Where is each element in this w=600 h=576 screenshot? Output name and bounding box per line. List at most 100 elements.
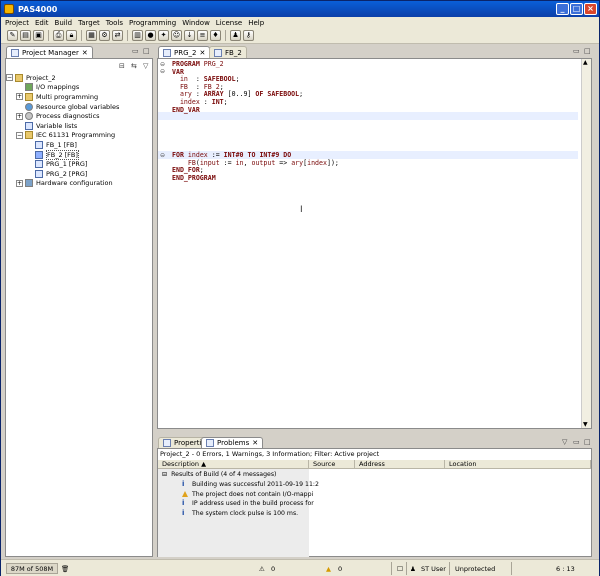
save-icon[interactable]: ▣ [33, 30, 44, 41]
link-editor-icon[interactable]: ⇆ [131, 62, 137, 70]
open-icon[interactable]: ▤ [20, 30, 31, 41]
build-icon[interactable]: ⚙ [99, 30, 110, 41]
view-menu-icon[interactable]: ▽ [143, 62, 148, 70]
problem-description: Building was successful 2011-09-19 11:2 [192, 481, 319, 488]
scroll-up-icon[interactable]: ▲ [583, 59, 588, 66]
problems-panel: Project_2 - 0 Errors, 1 Warnings, 3 Info… [157, 448, 592, 557]
properties-icon [163, 439, 171, 447]
menu-license[interactable]: License [216, 19, 242, 27]
problem-row[interactable]: The project does not contain I/O-mappi [182, 490, 313, 499]
hw-icon [25, 179, 33, 188]
tree-item[interactable]: − Project_2 [6, 73, 151, 83]
menu-tools[interactable]: Tools [106, 19, 123, 27]
minimize-view-icon[interactable]: ▭ [573, 47, 580, 55]
column-header-location[interactable]: Location [445, 460, 591, 469]
tree-item[interactable]: PRG_2 [PRG] [6, 169, 151, 179]
tool-icon[interactable]: ✦ [158, 30, 169, 41]
menu-help[interactable]: Help [248, 19, 264, 27]
close-icon[interactable]: ✕ [252, 439, 258, 447]
problem-row[interactable]: i IP address used in the build process fo… [182, 499, 314, 508]
minimize-view-icon[interactable]: ▭ [573, 438, 580, 446]
group-row[interactable]: ⊟ Results of Build (4 of 4 messages) [162, 470, 276, 479]
print-icon[interactable]: ⎙ [53, 30, 64, 41]
menu-window[interactable]: Window [182, 19, 210, 27]
problem-description: The system clock pulse is 100 ms. [192, 509, 299, 517]
tree-item[interactable]: FB_2 [FB] [6, 149, 151, 160]
collapse-icon[interactable]: − [16, 131, 23, 139]
tab-prg-2[interactable]: PRG_2 ✕ [158, 46, 211, 58]
tree-item-label: Project_2 [26, 73, 56, 82]
collapse-icon[interactable]: ⊟ [162, 471, 167, 478]
code-editor[interactable]: ⊖ ⊖ ⊖ PROGRAM PRG_2 VAR in : SAFEBOOL; F… [157, 58, 592, 429]
online-icon[interactable]: ● [145, 30, 156, 41]
column-header-address[interactable]: Address [355, 460, 445, 469]
protection-label: Unprotected [455, 564, 496, 573]
code-line: PROGRAM PRG_2 [172, 60, 224, 68]
menu-edit[interactable]: Edit [35, 19, 49, 27]
tree-item[interactable]: + Process diagnostics [6, 111, 151, 121]
close-button[interactable]: × [584, 3, 597, 15]
view-menu-icon[interactable]: ▽ [562, 438, 567, 446]
close-icon[interactable]: ✕ [82, 49, 88, 57]
folder-icon [25, 92, 33, 101]
column-header-source[interactable]: Source [309, 460, 355, 469]
tree-item[interactable]: + Hardware configuration [6, 179, 151, 189]
warning-icon [182, 490, 188, 497]
close-icon[interactable]: ✕ [199, 49, 205, 57]
maximize-view-icon[interactable]: □ [143, 47, 150, 55]
download-icon[interactable]: ↓ [184, 30, 195, 41]
tree-item[interactable]: + Multi programming [6, 92, 151, 102]
tree-item-label: FB_1 [FB] [46, 140, 77, 149]
scroll-down-icon[interactable]: ▼ [583, 421, 588, 428]
trash-icon[interactable]: 🗑︎ [61, 563, 69, 574]
tab-project-manager-label: Project Manager [22, 48, 79, 57]
pou-icon [35, 140, 43, 149]
tree-item[interactable]: PRG_1 [PRG] [6, 159, 151, 169]
project-icon[interactable]: ▦ [86, 30, 97, 41]
maximize-view-icon[interactable]: □ [584, 47, 591, 55]
tab-fb-2-label: FB_2 [225, 48, 242, 57]
tab-fb-2[interactable]: FB_2 [209, 46, 247, 58]
group-label: Results of Build (4 of 4 messages) [171, 471, 277, 478]
menu-project[interactable]: Project [5, 19, 29, 27]
menu-build[interactable]: Build [55, 19, 73, 27]
fold-icon[interactable]: ⊖ [160, 61, 165, 68]
users-icon[interactable]: ☺ [171, 30, 182, 41]
checkbox-icon[interactable]: ☐ [397, 563, 403, 574]
expand-icon[interactable]: + [16, 112, 23, 120]
tab-problems[interactable]: Problems ✕ [201, 437, 264, 448]
key-icon[interactable]: ⚷ [243, 30, 254, 41]
variables-icon[interactable]: ≡ [197, 30, 208, 41]
compare-icon[interactable]: ⇄ [112, 30, 123, 41]
table-icon[interactable]: ▥ [132, 30, 143, 41]
fold-icon[interactable]: ⊖ [160, 68, 165, 75]
problem-row[interactable]: i The system clock pulse is 100 ms. [182, 509, 298, 518]
tree-item[interactable]: Resource global variables [6, 102, 151, 112]
new-icon[interactable]: ✎ [7, 30, 18, 41]
tree-item[interactable]: FB_1 [FB] [6, 140, 151, 150]
lock-icon[interactable]: 🔒︎ [66, 30, 77, 41]
maximize-view-icon[interactable]: □ [584, 438, 591, 446]
minimize-button[interactable]: _ [556, 3, 569, 15]
problem-row[interactable]: i Building was successful 2011-09-19 11:2 [182, 480, 319, 489]
tab-project-manager[interactable]: Project Manager ✕ [6, 46, 93, 58]
tree-item[interactable]: Variable lists [6, 121, 151, 131]
menu-programming[interactable]: Programming [129, 19, 176, 27]
gear-icon [25, 112, 33, 121]
cursor-position: 6 : 13 [556, 564, 575, 573]
collapse-icon[interactable]: − [6, 74, 13, 82]
fold-icon[interactable]: ⊖ [160, 152, 165, 159]
tree-item[interactable]: − IEC 61131 Programming [6, 131, 151, 141]
debug-icon[interactable]: ♦ [210, 30, 221, 41]
menu-target[interactable]: Target [78, 19, 100, 27]
minimize-view-icon[interactable]: ▭ [132, 47, 139, 55]
user-icon[interactable]: ♟ [230, 30, 241, 41]
collapse-all-icon[interactable]: ⊟ [119, 62, 125, 70]
maximize-button[interactable]: □ [570, 3, 583, 15]
tree-item[interactable]: I/O mappings [6, 83, 151, 93]
problems-icon [206, 439, 214, 447]
column-header-description[interactable]: Description ▲ [158, 460, 309, 469]
expand-icon[interactable]: + [16, 179, 23, 187]
editor-scrollbar[interactable]: ▲ ▼ [581, 59, 591, 428]
expand-icon[interactable]: + [16, 93, 23, 101]
